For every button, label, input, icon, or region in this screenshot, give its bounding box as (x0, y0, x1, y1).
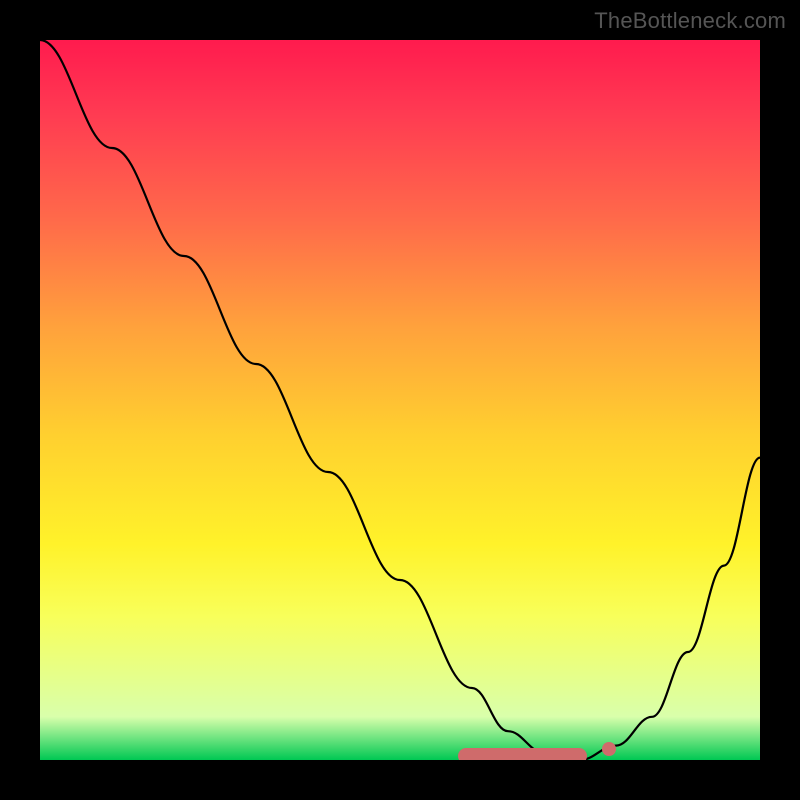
plot-area (40, 40, 760, 760)
bottleneck-curve (40, 40, 760, 760)
optimal-range-bar (458, 748, 588, 760)
chart-frame: TheBottleneck.com (0, 0, 800, 800)
optimal-point-dot (602, 742, 616, 756)
curve-path (40, 40, 760, 760)
watermark-text: TheBottleneck.com (594, 8, 786, 34)
